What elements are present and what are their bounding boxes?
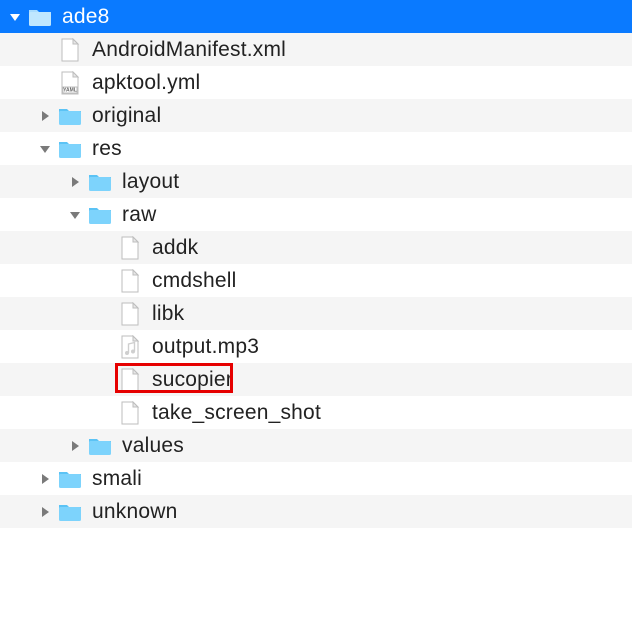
disclosure-closed-icon[interactable] (68, 175, 82, 189)
indent (8, 313, 98, 314)
file-icon (118, 368, 142, 392)
indent (8, 346, 98, 347)
indent (8, 247, 98, 248)
indent (8, 82, 38, 83)
file-icon (58, 38, 82, 62)
tree-row[interactable]: unknown (0, 495, 632, 528)
disclosure-closed-icon[interactable] (68, 439, 82, 453)
tree-row[interactable]: layout (0, 165, 632, 198)
tree-row[interactable]: sucopier (0, 363, 632, 396)
disclosure-closed-icon[interactable] (38, 505, 52, 519)
tree-row-label: unknown (92, 500, 177, 524)
folder-icon (58, 500, 82, 524)
file-icon (118, 269, 142, 293)
tree-row-label: values (122, 434, 184, 458)
folder-icon (88, 203, 112, 227)
tree-row-label: take_screen_shot (152, 401, 321, 425)
indent (8, 115, 38, 116)
tree-row-label: addk (152, 236, 198, 260)
tree-row-label: AndroidManifest.xml (92, 38, 286, 62)
disclosure-open-icon[interactable] (38, 142, 52, 156)
folder-icon (88, 434, 112, 458)
tree-row[interactable]: ade8 (0, 0, 632, 33)
indent (8, 412, 98, 413)
disclosure-open-icon[interactable] (8, 10, 22, 24)
tree-row-label: raw (122, 203, 156, 227)
tree-row-label: output.mp3 (152, 335, 259, 359)
tree-row[interactable]: cmdshell (0, 264, 632, 297)
svg-text:YAML: YAML (63, 87, 77, 93)
file-tree: ade8 AndroidManifest.xml YAML apktool.ym… (0, 0, 632, 528)
indent (8, 280, 98, 281)
disclosure-open-icon[interactable] (68, 208, 82, 222)
tree-row-label: cmdshell (152, 269, 236, 293)
tree-row-label: smali (92, 467, 142, 491)
tree-row[interactable]: original (0, 99, 632, 132)
folder-icon (88, 170, 112, 194)
indent (8, 148, 38, 149)
indent (8, 445, 68, 446)
yaml-file-icon: YAML (58, 71, 82, 95)
disclosure-closed-icon[interactable] (38, 472, 52, 486)
tree-row-label: sucopier (152, 368, 233, 392)
folder-icon (28, 5, 52, 29)
indent (8, 379, 98, 380)
tree-row-label: libk (152, 302, 184, 326)
tree-row[interactable]: YAML apktool.yml (0, 66, 632, 99)
tree-row[interactable]: res (0, 132, 632, 165)
tree-row-label: original (92, 104, 161, 128)
folder-icon (58, 104, 82, 128)
indent (8, 214, 68, 215)
tree-row[interactable]: raw (0, 198, 632, 231)
folder-icon (58, 467, 82, 491)
indent (8, 478, 38, 479)
tree-row-label: layout (122, 170, 179, 194)
folder-icon (58, 137, 82, 161)
tree-row-label: ade8 (62, 5, 110, 29)
file-icon (118, 302, 142, 326)
tree-row-label: res (92, 137, 122, 161)
file-icon (118, 236, 142, 260)
tree-row[interactable]: libk (0, 297, 632, 330)
indent (8, 511, 38, 512)
tree-row[interactable]: smali (0, 462, 632, 495)
tree-row[interactable]: take_screen_shot (0, 396, 632, 429)
tree-row[interactable]: AndroidManifest.xml (0, 33, 632, 66)
file-icon (118, 401, 142, 425)
tree-row[interactable]: addk (0, 231, 632, 264)
tree-row[interactable]: values (0, 429, 632, 462)
tree-row-label: apktool.yml (92, 71, 200, 95)
indent (8, 181, 68, 182)
tree-row[interactable]: output.mp3 (0, 330, 632, 363)
audio-file-icon (118, 335, 142, 359)
disclosure-closed-icon[interactable] (38, 109, 52, 123)
indent (8, 49, 38, 50)
